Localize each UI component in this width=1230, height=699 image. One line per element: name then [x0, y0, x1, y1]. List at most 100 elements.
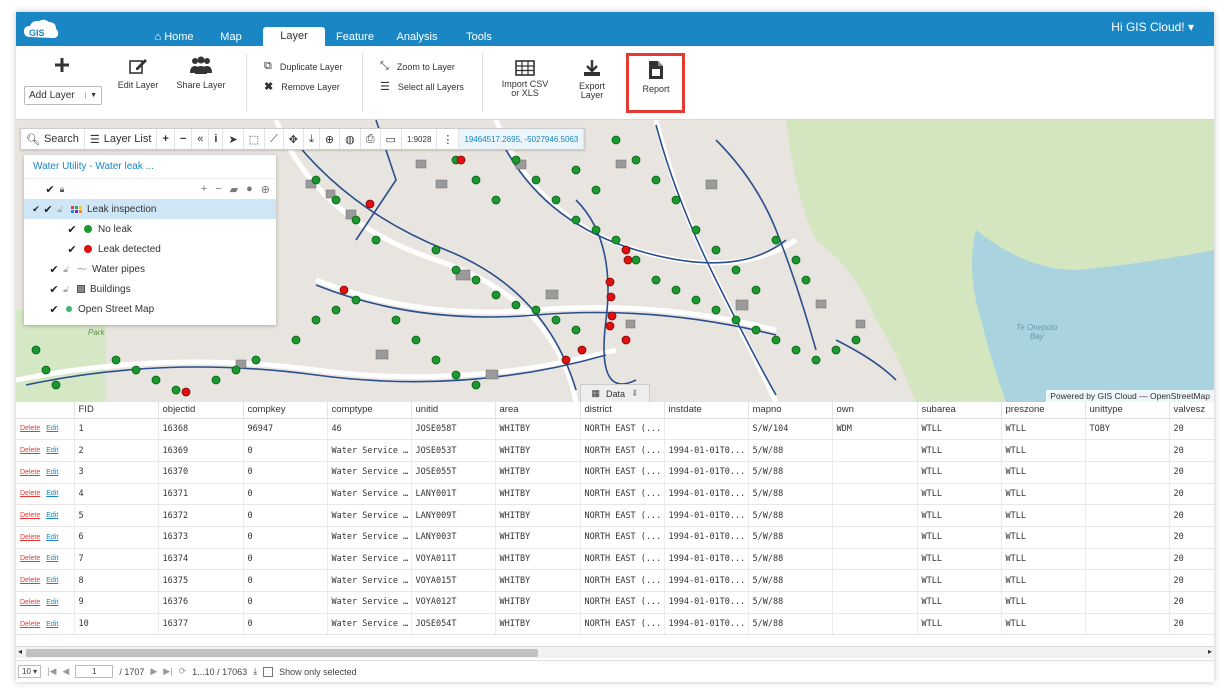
import-csv-button[interactable]: Import CSV or XLS: [498, 60, 552, 98]
zoom-in-button[interactable]: +: [157, 129, 175, 149]
report-button[interactable]: Report: [636, 60, 676, 94]
column-header-objectid[interactable]: objectid: [158, 402, 244, 419]
edit-link[interactable]: Edit: [46, 577, 58, 584]
pan-tool-button[interactable]: ✥: [284, 129, 305, 149]
gis-cloud-logo[interactable]: GIS: [22, 17, 60, 41]
globe-button[interactable]: ◍: [340, 129, 361, 149]
collapse-toolbar-button[interactable]: «: [192, 129, 210, 149]
download-icon[interactable]: ⤓: [253, 666, 257, 677]
search-button[interactable]: 🔍︎ Search: [21, 129, 85, 149]
column-header-unittype[interactable]: unittype: [1085, 402, 1170, 419]
horizontal-scrollbar[interactable]: ◂ ▸: [16, 646, 1214, 658]
visibility-check-icon[interactable]: ✔: [66, 223, 78, 236]
table-row[interactable]: Delete Edit 7 16374 0 Water Service ... VOYA01…: [16, 548, 1214, 571]
data-panel-tab[interactable]: ▦ Data ⬇: [580, 384, 650, 402]
column-header-unitid[interactable]: unitid: [411, 402, 496, 419]
table-row[interactable]: Delete Edit 3 16370 0 Water Service ... JOSE05…: [16, 461, 1214, 484]
table-row[interactable]: Delete Edit 10 16377 0 Water Service ... JOSE0…: [16, 613, 1214, 636]
edit-link[interactable]: Edit: [46, 512, 58, 519]
measure-tool-button[interactable]: ⟋: [265, 129, 284, 149]
project-title[interactable]: Water Utility - Water leak ...: [24, 155, 276, 179]
column-header-mapno[interactable]: mapno: [748, 402, 833, 419]
box-select-button[interactable]: ⬚: [244, 129, 266, 149]
page-input[interactable]: 1: [75, 665, 114, 678]
table-row[interactable]: Delete Edit 9 16376 0 Water Service ... VOYA01…: [16, 591, 1214, 614]
zoom-tool-button[interactable]: ⊕: [320, 129, 341, 149]
visibility-check-icon[interactable]: ✔: [66, 243, 78, 256]
page-size-select[interactable]: 10 ▾: [18, 665, 42, 678]
first-page-icon[interactable]: |◀: [47, 666, 56, 677]
layer-item-buildings[interactable]: ✔ 🔓︎ Buildings: [24, 279, 276, 299]
layer-item-osm[interactable]: ✔ Open Street Map: [24, 299, 276, 319]
select-all-layers-button[interactable]: ☰ Select all Layers: [380, 80, 464, 93]
refresh-icon[interactable]: ⟳: [179, 666, 187, 677]
fullscreen-button[interactable]: ▭: [381, 129, 402, 149]
scroll-right-icon[interactable]: ▸: [1208, 647, 1212, 656]
check-all-icon[interactable]: ✔: [44, 183, 56, 196]
select-tool-button[interactable]: ➤: [223, 129, 244, 149]
layer-list-button[interactable]: ☰ Layer List: [85, 129, 158, 149]
legend-item-no-leak[interactable]: ✔ No leak: [24, 219, 276, 239]
last-page-icon[interactable]: ▶|: [163, 666, 172, 677]
minus-icon[interactable]: −: [215, 183, 221, 196]
zoom-out-button[interactable]: −: [175, 129, 193, 149]
tab-map[interactable]: Map: [215, 28, 247, 46]
delete-link[interactable]: Delete: [20, 555, 40, 562]
edit-link[interactable]: Edit: [46, 555, 58, 562]
visibility-check-icon[interactable]: ✔: [48, 283, 60, 296]
delete-link[interactable]: Delete: [20, 577, 40, 584]
table-row[interactable]: Delete Edit 4 16371 0 Water Service ... LANY00…: [16, 483, 1214, 506]
delete-link[interactable]: Delete: [20, 534, 40, 541]
add-icon[interactable]: +: [201, 183, 207, 196]
next-page-icon[interactable]: ▶: [150, 666, 157, 677]
table-row[interactable]: Delete Edit 1 16368 96947 46 JOSE058T WHITBY NOR…: [16, 418, 1214, 441]
show-selected-checkbox[interactable]: [263, 666, 274, 677]
visibility-check-icon[interactable]: ✔: [48, 303, 60, 316]
remove-layer-button[interactable]: ✖ Remove Layer: [264, 80, 340, 93]
folder-icon[interactable]: ▰: [230, 183, 238, 196]
table-row[interactable]: Delete Edit 8 16375 0 Water Service ... VOYA01…: [16, 569, 1214, 592]
share-layer-button[interactable]: Share Layer: [173, 56, 229, 90]
add-layer-dropdown[interactable]: Add Layer ▼: [24, 86, 102, 105]
delete-link[interactable]: Delete: [20, 621, 40, 628]
column-header-instdate[interactable]: instdate: [664, 402, 749, 419]
download-button[interactable]: ⤓: [304, 129, 320, 149]
duplicate-layer-button[interactable]: ⧉ Duplicate Layer: [264, 60, 342, 73]
prev-page-icon[interactable]: ◀: [62, 666, 69, 677]
add-layer-plus[interactable]: [50, 56, 74, 78]
table-row[interactable]: Delete Edit 2 16369 0 Water Service ... JOSE05…: [16, 439, 1214, 462]
lock-icon[interactable]: 🔓︎: [60, 264, 72, 275]
print-button[interactable]: ⎙: [361, 129, 381, 149]
column-header-own[interactable]: own: [832, 402, 918, 419]
edit-link[interactable]: Edit: [46, 425, 58, 432]
more-options-button[interactable]: ⋮: [437, 129, 460, 149]
delete-link[interactable]: Delete: [20, 490, 40, 497]
lock-icon[interactable]: 🔒︎: [56, 184, 68, 195]
map-canvas[interactable]: Te Onepoto Bay Park 🔍︎ Search ☰ Layer Li…: [16, 120, 1214, 402]
delete-link[interactable]: Delete: [20, 599, 40, 606]
user-menu[interactable]: Hi GIS Cloud! ▾: [1111, 20, 1194, 34]
lock-icon[interactable]: 🔓︎: [60, 284, 72, 295]
layer-item-leak-inspection[interactable]: ✔ ✔ 🔓︎ Leak inspection: [24, 199, 276, 219]
delete-link[interactable]: Delete: [20, 447, 40, 454]
info-tool-button[interactable]: i: [209, 129, 224, 149]
tab-layer[interactable]: Layer: [263, 27, 325, 46]
export-layer-button[interactable]: Export Layer: [572, 58, 612, 100]
delete-link[interactable]: Delete: [20, 425, 40, 432]
lock-icon[interactable]: 🔓︎: [54, 204, 66, 215]
layer-item-water-pipes[interactable]: ✔ 🔓︎ ⁓ Water pipes: [24, 259, 276, 279]
column-header-area[interactable]: area: [495, 402, 581, 419]
edit-layer-button[interactable]: Edit Layer: [114, 56, 162, 90]
table-row[interactable]: Delete Edit 6 16373 0 Water Service ... LANY00…: [16, 526, 1214, 549]
column-header-comptype[interactable]: comptype: [327, 402, 412, 419]
table-row[interactable]: Delete Edit 5 16372 0 Water Service ... LANY00…: [16, 504, 1214, 527]
column-header-compkey[interactable]: compkey: [243, 402, 328, 419]
tab-analysis[interactable]: Analysis: [394, 28, 440, 46]
edit-link[interactable]: Edit: [46, 599, 58, 606]
edit-link[interactable]: Edit: [46, 490, 58, 497]
column-header-FID[interactable]: FID: [74, 402, 159, 419]
column-header-district[interactable]: district: [580, 402, 665, 419]
user-icon[interactable]: ●: [246, 183, 253, 196]
tab-home[interactable]: ⌂ Home: [148, 28, 200, 46]
edit-link[interactable]: Edit: [46, 447, 58, 454]
